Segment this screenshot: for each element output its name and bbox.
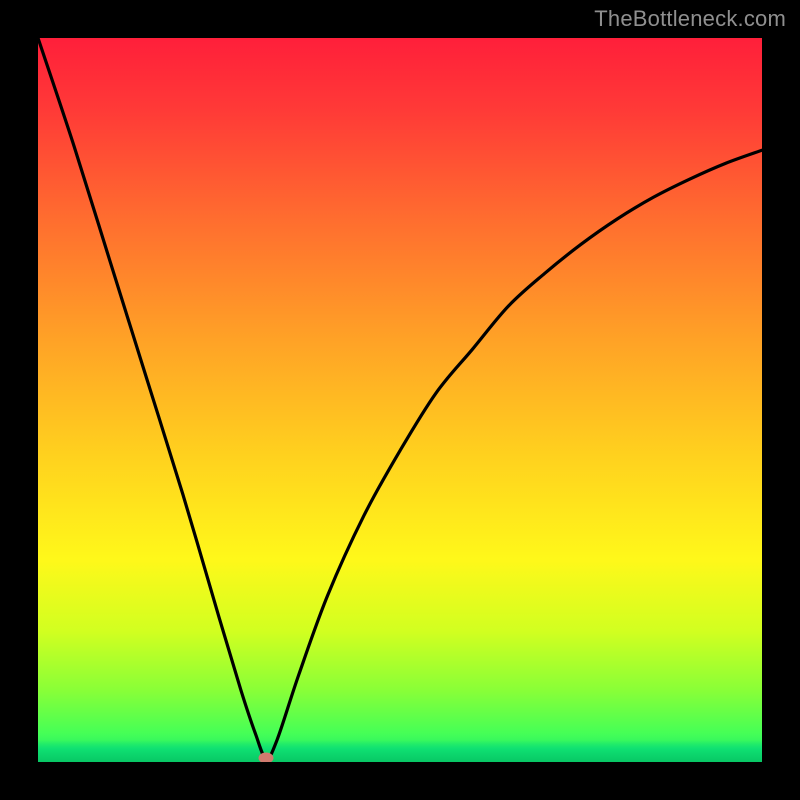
- optimal-point-marker: [259, 753, 274, 762]
- chart-frame: TheBottleneck.com: [0, 0, 800, 800]
- watermark-text: TheBottleneck.com: [594, 6, 786, 32]
- plot-area: [38, 38, 762, 762]
- bottleneck-curve: [38, 38, 762, 762]
